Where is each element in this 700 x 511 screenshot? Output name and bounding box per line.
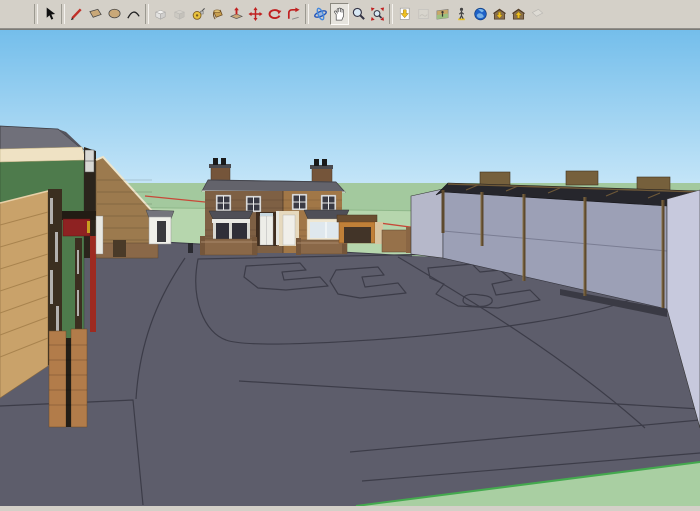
toolbar-separator [389,4,393,24]
pan-tool-button[interactable] [330,3,349,25]
left-front-door [256,212,277,246]
get-models-button[interactable] [490,3,509,25]
zoom-extents-button[interactable] [368,3,387,25]
orbit-icon [313,6,328,22]
left-bay-window [209,211,253,242]
toolbar-separator [61,4,65,24]
rectangle-icon [88,6,103,22]
section-plane-button[interactable] [528,3,547,25]
share-model-button[interactable] [509,3,528,25]
zoom-tool-button[interactable] [349,3,368,25]
toolbar-separator [305,4,309,24]
magnifier-icon [351,6,366,22]
toolbar-separator [145,4,149,24]
tape-measure-icon [191,6,206,22]
arc-tool-button[interactable] [124,3,143,25]
move-arrows-icon [248,6,263,22]
page-down-arrow-icon [397,6,412,22]
position-camera-button[interactable] [452,3,471,25]
warehouse-download-icon [492,6,507,22]
zoom-extents-icon [370,6,385,22]
section-plane-icon [530,6,545,22]
paint-bucket-icon [210,6,225,22]
move-tool-button[interactable] [246,3,265,25]
offset-tool-button[interactable] [284,3,303,25]
toggle-terrain-button[interactable] [414,3,433,25]
pan-hand-icon [332,6,347,22]
rectangle-tool-button[interactable] [86,3,105,25]
pencil-icon [69,6,84,22]
get-current-view-button[interactable] [395,3,414,25]
select-arrow-icon [42,6,57,22]
push-pull-icon [229,6,244,22]
main-toolbar [0,0,700,28]
toolbar-separator [34,4,38,24]
standing-figure-icon [454,6,469,22]
offset-arrow-icon [286,6,301,22]
paint-bucket-button[interactable] [208,3,227,25]
push-pull-button[interactable] [227,3,246,25]
grey-box-icon [172,6,187,22]
model-viewport [0,30,700,506]
follow-me-button[interactable] [170,3,189,25]
warehouse-upload-icon [511,6,526,22]
make-component-button[interactable] [151,3,170,25]
component-box-icon [153,6,168,22]
viewport-canvas[interactable] [0,30,700,506]
rotate-arrows-icon [267,6,282,22]
circle-tool-button[interactable] [105,3,124,25]
google-earth-button[interactable] [471,3,490,25]
line-tool-button[interactable] [67,3,86,25]
photo-textures-button[interactable] [433,3,452,25]
terrain-page-icon [416,6,431,22]
tape-measure-button[interactable] [189,3,208,25]
toolbar-grip [10,3,32,25]
circle-icon [107,6,122,22]
select-tool-button[interactable] [40,3,59,25]
rotate-tool-button[interactable] [265,3,284,25]
globe-icon [473,6,488,22]
orbit-tool-button[interactable] [311,3,330,25]
arc-icon [126,6,141,22]
photo-texture-tile-icon [435,6,450,22]
